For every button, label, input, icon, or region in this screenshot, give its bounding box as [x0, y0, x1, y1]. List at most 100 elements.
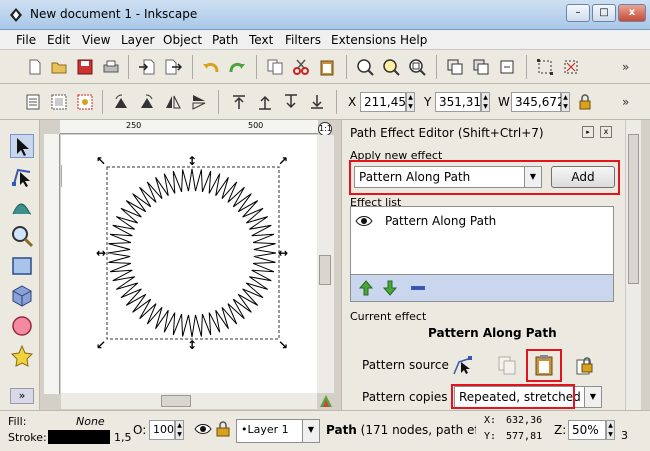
menu-edit[interactable]: Edit: [47, 33, 70, 47]
stroke-width[interactable]: 1,5: [114, 431, 132, 444]
menu-view[interactable]: View: [82, 33, 110, 47]
toolbox-more-button[interactable]: »: [10, 388, 34, 404]
lock-ratio-icon[interactable]: [576, 93, 594, 111]
3d-box-tool-icon[interactable]: [10, 284, 34, 308]
star-tool-icon[interactable]: [10, 344, 34, 368]
zoom-page-icon[interactable]: [408, 58, 426, 76]
scale-handle[interactable]: ↘: [278, 338, 288, 352]
drawing-canvas[interactable]: ↖ ↕ ↗ ↔ ↔ ↙ ↕ ↘: [60, 135, 317, 393]
chevron-down-icon[interactable]: ▼: [302, 420, 319, 442]
close-button[interactable]: x: [618, 4, 646, 22]
export-icon[interactable]: [164, 58, 182, 76]
link-to-path-icon[interactable]: [574, 354, 596, 376]
tweak-tool-icon[interactable]: [10, 194, 34, 218]
ungroup-icon[interactable]: [562, 58, 580, 76]
save-icon[interactable]: [76, 58, 94, 76]
panel-pin-icon[interactable]: ▸: [582, 126, 594, 138]
y-input[interactable]: 351,312: [435, 92, 489, 112]
panel-close-icon[interactable]: x: [600, 126, 612, 138]
y-spinner[interactable]: ▲ ▼: [481, 92, 490, 112]
color-manage-icon[interactable]: [320, 395, 332, 407]
panel-scroll-thumb[interactable]: [628, 134, 639, 284]
lower-icon[interactable]: [282, 93, 300, 111]
print-icon[interactable]: [102, 58, 120, 76]
remove-effect-icon[interactable]: [411, 286, 425, 290]
menu-file[interactable]: File: [16, 33, 36, 47]
ellipse-tool-icon[interactable]: [10, 314, 34, 338]
scale-handle[interactable]: ↔: [96, 246, 106, 260]
toolbar-more-button[interactable]: »: [622, 60, 629, 74]
layer-select[interactable]: •Layer 1 ▼: [236, 419, 320, 443]
select-all-icon[interactable]: [24, 93, 42, 111]
hscroll-thumb[interactable]: [161, 395, 191, 407]
opacity-spinner[interactable]: ▲ ▼: [175, 420, 184, 440]
duplicate-icon[interactable]: [446, 58, 464, 76]
pattern-along-path-shape[interactable]: [107, 168, 277, 338]
minimize-button[interactable]: –: [566, 4, 590, 22]
toolbar2-more-button[interactable]: »: [622, 95, 629, 109]
menu-path[interactable]: Path: [212, 33, 238, 47]
menu-text[interactable]: Text: [249, 33, 273, 47]
menu-object[interactable]: Object: [163, 33, 202, 47]
layer-visibility-eye-icon[interactable]: [194, 423, 212, 435]
effect-list-item[interactable]: Pattern Along Path: [385, 214, 496, 228]
menu-layer[interactable]: Layer: [121, 33, 154, 47]
cut-icon[interactable]: [292, 58, 310, 76]
clone-icon[interactable]: [472, 58, 490, 76]
x-input[interactable]: 211,450: [360, 92, 414, 112]
chevron-down-icon[interactable]: ▼: [584, 387, 601, 407]
new-document-icon[interactable]: [26, 58, 44, 76]
zoom-spinner[interactable]: ▲ ▼: [606, 420, 615, 440]
node-tool-icon[interactable]: [10, 164, 34, 188]
zoom-drawing-icon[interactable]: [382, 58, 400, 76]
edit-on-canvas-icon[interactable]: [452, 354, 474, 376]
rotate-ccw-icon[interactable]: [112, 93, 130, 111]
undo-icon[interactable]: [202, 58, 220, 76]
open-folder-icon[interactable]: [50, 58, 68, 76]
flip-horizontal-icon[interactable]: [164, 93, 182, 111]
unlink-clone-icon[interactable]: [498, 58, 516, 76]
move-down-icon[interactable]: [382, 280, 398, 296]
visibility-eye-icon[interactable]: [355, 215, 373, 227]
scale-handle[interactable]: ↔: [278, 246, 288, 260]
deselect-icon[interactable]: [76, 93, 94, 111]
panel-scrollbar[interactable]: [625, 120, 641, 410]
group-icon[interactable]: [536, 58, 554, 76]
redo-icon[interactable]: [228, 58, 246, 76]
maximize-button[interactable]: □: [592, 4, 616, 22]
w-spinner[interactable]: ▲ ▼: [561, 92, 570, 112]
selection-handles[interactable]: ↖ ↕ ↗ ↔ ↔ ↙ ↕ ↘: [96, 154, 288, 352]
zoom-selection-icon[interactable]: [356, 58, 374, 76]
paste-icon[interactable]: [318, 58, 336, 76]
raise-icon[interactable]: [256, 93, 274, 111]
menu-filters[interactable]: Filters: [285, 33, 321, 47]
scale-handle[interactable]: ↕: [187, 154, 197, 168]
zoom-tool-icon[interactable]: [10, 224, 34, 248]
opacity-input[interactable]: 100: [149, 420, 175, 440]
select-all-layers-icon[interactable]: [50, 93, 68, 111]
scale-handle[interactable]: ↙: [96, 338, 106, 352]
raise-to-top-icon[interactable]: [230, 93, 248, 111]
vscroll-thumb[interactable]: [319, 255, 331, 285]
scale-handle[interactable]: ↗: [278, 154, 288, 168]
rectangle-tool-icon[interactable]: [10, 254, 34, 278]
canvas-horizontal-scrollbar[interactable]: [61, 393, 317, 409]
menu-extensions[interactable]: Extensions: [331, 33, 396, 47]
copy-pattern-icon[interactable]: [496, 354, 518, 376]
import-icon[interactable]: [138, 58, 156, 76]
stroke-swatch[interactable]: [48, 430, 110, 444]
menu-help[interactable]: Help: [400, 33, 427, 47]
canvas-vertical-scrollbar[interactable]: [317, 135, 334, 393]
fill-value[interactable]: None: [76, 415, 105, 428]
move-up-icon[interactable]: [358, 280, 374, 296]
rotate-cw-icon[interactable]: [138, 93, 156, 111]
x-spinner[interactable]: ▲ ▼: [406, 92, 415, 112]
layer-lock-icon[interactable]: [216, 421, 230, 437]
copy-icon[interactable]: [266, 58, 284, 76]
zoom-input[interactable]: 50%: [568, 420, 606, 440]
flip-vertical-icon[interactable]: [190, 93, 208, 111]
selector-tool-icon[interactable]: [10, 134, 34, 158]
lower-to-bottom-icon[interactable]: [308, 93, 326, 111]
zoom-correction-icon[interactable]: 1:1: [318, 122, 332, 136]
w-input[interactable]: 345,672: [511, 92, 565, 112]
